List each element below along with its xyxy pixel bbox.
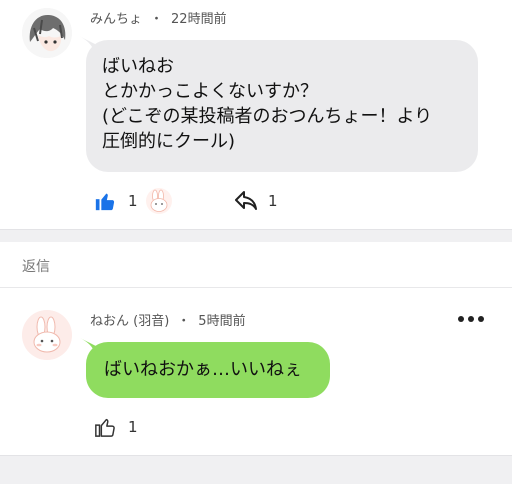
like-count: 1: [128, 192, 138, 210]
comment-text-line: 圧倒的にクール): [102, 131, 236, 152]
avatar[interactable]: [22, 8, 72, 58]
meta-separator: ・: [150, 12, 164, 27]
like-count: 1: [128, 418, 138, 436]
reply-meta: ねおん (羽音) ・ 5時間前: [90, 310, 246, 329]
page-background: [0, 456, 512, 484]
reply-text: ばいねおかぁ…いいねぇ: [104, 359, 302, 380]
like-button[interactable]: 1: [94, 190, 138, 212]
thumbs-up-outline-icon: [95, 418, 115, 437]
reply-arrow-icon: [235, 191, 257, 210]
comment-text-line: とかかっこよくないすか？: [102, 81, 318, 102]
comment-meta: みんちょ・ 22時間前: [90, 8, 227, 27]
bubble-tail: [80, 338, 96, 354]
replies-label: 返信: [22, 259, 50, 275]
timestamp: 22時間前: [171, 12, 227, 27]
bubble-tail: [79, 36, 95, 52]
thumbs-up-icon: [95, 193, 115, 211]
timestamp: 5時間前: [198, 314, 246, 329]
avatar[interactable]: [22, 310, 72, 360]
reply-button[interactable]: 1: [234, 190, 278, 212]
like-button[interactable]: 1: [94, 416, 138, 438]
reply-bubble: ばいねおかぁ…いいねぇ: [80, 338, 330, 398]
comment-bubble: ばいねお とかかっこよくないすか？ (どこぞの某投稿者のおつんちょー！より 圧倒…: [79, 36, 478, 172]
section-gap: [0, 230, 512, 242]
bunny-reaction-icon: [146, 188, 172, 214]
reply-count: 1: [268, 192, 278, 210]
comment-text-line: (どこぞの某投稿者のおつんちょー！より: [102, 106, 433, 127]
author-name[interactable]: みんちょ: [90, 12, 142, 27]
reaction-avatar[interactable]: [146, 188, 172, 214]
author-name[interactable]: ねおん (羽音): [90, 314, 169, 329]
more-options-icon[interactable]: [458, 316, 484, 322]
comment-text-line: ばいねお: [102, 56, 174, 77]
meta-separator: ・: [177, 314, 191, 329]
comment-card: みんちょ・ 22時間前 ばいねお とかかっこよくないすか？ (どこぞの某投稿者のお…: [0, 0, 512, 230]
replies-header: 返信: [0, 242, 512, 288]
